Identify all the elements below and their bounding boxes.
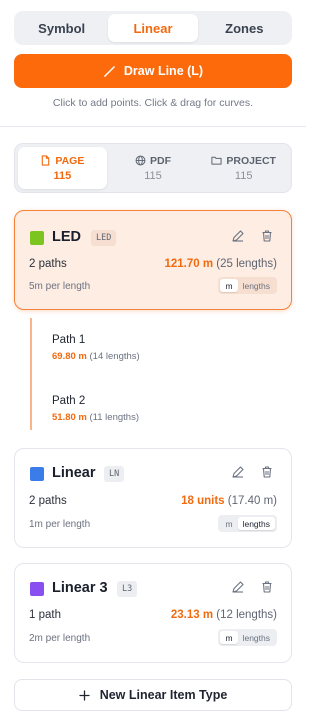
globe-icon — [135, 155, 146, 166]
trash-icon[interactable] — [260, 465, 274, 479]
scope-tab-project[interactable]: PROJECT 115 — [199, 147, 288, 189]
scope-count: 115 — [144, 169, 162, 182]
path-length: 51.80 m (11 lengths) — [52, 412, 139, 423]
color-swatch[interactable] — [30, 582, 44, 596]
page-icon — [42, 155, 50, 166]
path-item[interactable]: Path 1 69.80 m (14 lengths) — [52, 334, 140, 362]
new-linear-item-type-button[interactable]: New Linear Item Type — [14, 679, 292, 711]
total-length: 121.70 m (25 lengths) — [164, 258, 277, 270]
total-length: 18 units (17.40 m) — [181, 495, 277, 507]
draw-hint: Click to add points. Click & drag for cu… — [52, 97, 254, 109]
tab-zones[interactable]: Zones — [200, 14, 289, 42]
unit-toggle: m lengths — [218, 277, 277, 294]
folder-icon — [211, 156, 222, 165]
unit-option-lengths[interactable]: lengths — [237, 517, 275, 530]
path-count: 2 paths — [29, 258, 67, 270]
item-name: Linear — [52, 465, 96, 481]
path-length: 69.80 m (14 lengths) — [52, 351, 140, 362]
scope-tabs: PAGE 115 PDF 115 PROJECT 115 — [14, 143, 292, 193]
total-detail: (17.40 m) — [227, 495, 277, 507]
scope-count: 115 — [53, 169, 72, 182]
unit-option-lengths[interactable]: lengths — [238, 279, 275, 292]
path-item[interactable]: Path 2 51.80 m (11 lengths) — [52, 395, 139, 423]
per-length-text: 5m per length — [29, 281, 91, 292]
draw-line-button[interactable]: Draw Line (L) — [14, 54, 292, 88]
scope-label: PROJECT — [226, 154, 276, 167]
item-name: Linear 3 — [52, 580, 108, 596]
linear-item-card-led[interactable]: LED LED 2 paths 121.70 m (25 lengths) 5m… — [14, 210, 292, 310]
path-length-detail: (11 lengths) — [89, 412, 139, 423]
new-item-label: New Linear Item Type — [99, 688, 228, 702]
linear-item-card-linear[interactable]: Linear LN 2 paths 18 units (17.40 m) 1m … — [14, 448, 292, 548]
total-length: 23.13 m (12 lengths) — [171, 609, 277, 621]
color-swatch[interactable] — [30, 231, 44, 245]
path-count: 1 path — [29, 609, 61, 621]
item-code-badge: LED — [91, 230, 117, 246]
trash-icon[interactable] — [260, 229, 274, 243]
scope-label: PAGE — [55, 154, 85, 167]
scope-count: 115 — [234, 169, 253, 182]
item-name: LED — [52, 229, 81, 245]
unit-option-m[interactable]: m — [220, 631, 238, 644]
unit-option-m[interactable]: m — [220, 517, 237, 530]
draw-line-label: Draw Line (L) — [123, 64, 204, 78]
plus-icon — [79, 689, 90, 701]
path-list-connector — [30, 318, 32, 430]
tab-symbol[interactable]: Symbol — [17, 14, 106, 42]
edit-icon[interactable] — [231, 580, 245, 594]
edit-icon[interactable] — [231, 465, 245, 479]
tab-linear[interactable]: Linear — [108, 14, 198, 42]
total-value: 23.13 m — [170, 609, 214, 621]
path-length-detail: (14 lengths) — [89, 351, 140, 362]
item-code-badge: L3 — [117, 581, 138, 597]
path-length-value: 69.80 m — [52, 351, 87, 362]
divider — [0, 126, 306, 127]
unit-option-lengths[interactable]: lengths — [238, 631, 275, 644]
path-count: 2 paths — [29, 495, 67, 507]
per-length-text: 2m per length — [29, 633, 91, 644]
total-detail: (25 lengths) — [216, 258, 277, 270]
linear-item-card-linear-3[interactable]: Linear 3 L3 1 path 23.13 m (12 lengths) … — [14, 563, 292, 663]
scope-tab-page[interactable]: PAGE 115 — [18, 147, 107, 189]
total-value: 121.70 m — [164, 258, 214, 270]
unit-toggle: m lengths — [218, 515, 277, 532]
path-name: Path 1 — [52, 334, 86, 346]
mode-tabs: Symbol Linear Zones — [14, 11, 292, 45]
unit-toggle: m lengths — [218, 629, 277, 646]
scope-tab-pdf[interactable]: PDF 115 — [109, 147, 198, 189]
color-swatch[interactable] — [30, 467, 44, 481]
per-length-text: 1m per length — [29, 519, 91, 530]
trash-icon[interactable] — [260, 580, 274, 594]
item-code-badge: LN — [104, 466, 125, 482]
pencil-line-icon — [104, 65, 115, 77]
edit-icon[interactable] — [231, 229, 245, 243]
scope-label: PDF — [150, 154, 171, 167]
unit-option-m[interactable]: m — [220, 279, 238, 292]
total-value: 18 units — [181, 495, 225, 507]
path-length-value: 51.80 m — [52, 412, 87, 423]
path-name: Path 2 — [52, 395, 86, 407]
total-detail: (12 lengths) — [216, 609, 277, 621]
